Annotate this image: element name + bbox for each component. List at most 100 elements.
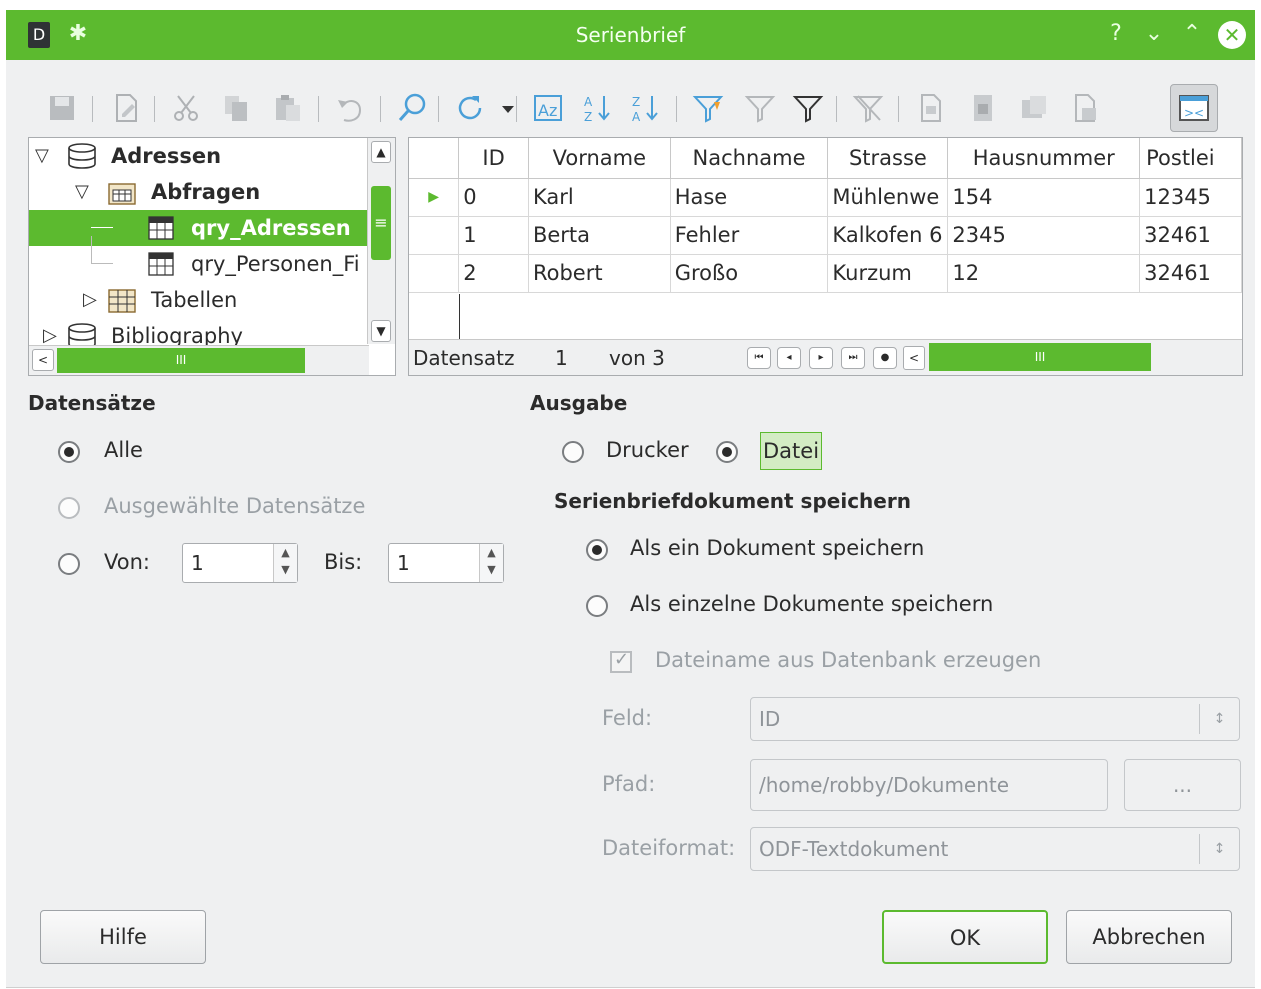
all-records-label[interactable]: Alle	[104, 438, 143, 462]
reset-filter-icon[interactable]	[852, 92, 884, 124]
save-record-icon[interactable]	[46, 92, 78, 124]
file-radio[interactable]	[716, 441, 738, 463]
column-header[interactable]: Strasse	[827, 138, 949, 179]
all-records-radio[interactable]	[58, 441, 80, 463]
sort-descending-icon[interactable]: ZA	[630, 92, 662, 124]
selected-records-radio[interactable]	[58, 497, 80, 519]
refresh-icon[interactable]	[454, 92, 486, 124]
grid-scroll-left-icon[interactable]: <	[903, 346, 925, 370]
field-select[interactable]: ID ↕	[750, 697, 1240, 741]
tree-hscroll-thumb[interactable]: III	[57, 348, 305, 373]
collapsed-arrow-icon[interactable]: ▷	[83, 282, 97, 318]
table-cell[interactable]: 32461	[1139, 216, 1242, 255]
range-records-radio[interactable]	[58, 553, 80, 575]
to-stepper[interactable]: 1 ▲ ▼	[388, 543, 504, 583]
table-cell[interactable]: Großo	[670, 254, 829, 293]
copy-icon[interactable]	[220, 92, 252, 124]
table-cell[interactable]: 1	[458, 216, 529, 255]
first-record-icon[interactable]: ⏮	[747, 347, 771, 369]
table-cell[interactable]: Karl	[528, 178, 671, 217]
printer-radio[interactable]	[562, 441, 584, 463]
table-cell[interactable]: Mühlenwe	[827, 178, 949, 217]
find-record-icon[interactable]	[396, 92, 428, 124]
table-cell[interactable]: Fehler	[670, 216, 829, 255]
column-header[interactable]: Postlei	[1139, 138, 1242, 179]
data-to-fields-icon[interactable]	[966, 92, 998, 124]
column-header[interactable]: Vorname	[528, 138, 671, 179]
next-record-icon[interactable]: ▸	[809, 347, 833, 369]
stepper-arrows-icon[interactable]: ▲ ▼	[273, 544, 297, 582]
table-cell[interactable]: Kalkofen 6	[827, 216, 949, 255]
table-row[interactable]: 2 Robert Großo Kurzum 12 32461	[409, 254, 1242, 293]
ok-button[interactable]: OK	[882, 910, 1048, 964]
explorer-on-off-icon[interactable]: ><	[1170, 84, 1218, 132]
filename-from-db-label[interactable]: Dateiname aus Datenbank erzeugen	[655, 648, 1041, 672]
scroll-down-icon[interactable]: ▼	[371, 320, 391, 342]
selected-records-label[interactable]: Ausgewählte Datensätze	[104, 494, 365, 518]
table-cell[interactable]: Robert	[528, 254, 671, 293]
mail-merge-icon[interactable]	[1018, 92, 1050, 124]
last-record-icon[interactable]: ⏭	[841, 347, 865, 369]
column-header[interactable]: Nachname	[670, 138, 829, 179]
expanded-arrow-icon[interactable]: ▽	[75, 174, 89, 210]
minimize-icon[interactable]: ⌄	[1140, 20, 1168, 48]
cancel-button[interactable]: Abbrechen	[1066, 910, 1232, 964]
column-header[interactable]: ID	[458, 138, 529, 179]
edit-data-icon[interactable]	[110, 92, 142, 124]
select-arrows-icon[interactable]: ↕	[1199, 704, 1239, 734]
format-select[interactable]: ODF-Textdokument ↕	[750, 827, 1240, 871]
table-cell[interactable]: Kurzum	[827, 254, 949, 293]
filename-from-db-checkbox[interactable]: ✓	[610, 649, 632, 673]
tree-vertical-scrollbar[interactable]: ▲ ≡ ▼	[367, 138, 395, 344]
file-label[interactable]: Datei	[760, 432, 823, 470]
close-icon[interactable]: ✕	[1218, 21, 1246, 49]
tree-horizontal-scrollbar[interactable]: < III	[29, 345, 369, 375]
tree-vscroll-thumb[interactable]: ≡	[371, 186, 391, 260]
from-label[interactable]: Von:	[104, 550, 150, 574]
save-one-document-label[interactable]: Als ein Dokument speichern	[630, 536, 924, 560]
help-button[interactable]: Hilfe	[40, 910, 206, 964]
sort-ascending-icon[interactable]: AZ	[582, 92, 614, 124]
table-cell[interactable]: Hase	[670, 178, 829, 217]
grid-hscroll-thumb[interactable]: III	[929, 343, 1151, 371]
table-row[interactable]: ▶ 0 Karl Hase Mühlenwe 154 12345	[409, 178, 1242, 217]
select-arrows-icon[interactable]: ↕	[1199, 834, 1239, 864]
table-row[interactable]: 1 Berta Fehler Kalkofen 6 2345 32461	[409, 216, 1242, 255]
standard-filter-icon[interactable]	[744, 92, 776, 124]
table-cell[interactable]: 12345	[1139, 178, 1242, 217]
table-cell[interactable]: 12	[947, 254, 1141, 293]
autofilter-icon[interactable]	[692, 92, 724, 124]
column-header[interactable]: Hausnummer	[947, 138, 1141, 179]
printer-label[interactable]: Drucker	[606, 438, 689, 462]
table-cell[interactable]: 0	[458, 178, 529, 217]
maximize-icon[interactable]: ⌃	[1178, 20, 1206, 48]
data-to-text-icon[interactable]	[914, 92, 946, 124]
tree-item-qry-adressen[interactable]: qry_Adressen	[29, 210, 367, 246]
apply-filter-icon[interactable]	[792, 92, 824, 124]
undo-icon[interactable]	[334, 92, 366, 124]
table-cell[interactable]: 2	[458, 254, 529, 293]
table-cell[interactable]: 154	[947, 178, 1141, 217]
table-cell[interactable]: Berta	[528, 216, 671, 255]
save-one-document-radio[interactable]	[586, 539, 608, 561]
help-icon[interactable]: ?	[1102, 20, 1130, 48]
paste-icon[interactable]	[272, 92, 304, 124]
scroll-left-icon[interactable]: <	[32, 349, 54, 371]
sort-icon[interactable]: Az	[532, 92, 564, 124]
from-stepper[interactable]: 1 ▲ ▼	[182, 543, 298, 583]
expanded-arrow-icon[interactable]: ▽	[35, 138, 49, 174]
scroll-up-icon[interactable]: ▲	[371, 141, 391, 163]
browse-button[interactable]: ...	[1124, 759, 1241, 811]
path-input[interactable]: /home/robby/Dokumente	[750, 759, 1108, 811]
to-label[interactable]: Bis:	[324, 550, 362, 574]
refresh-dropdown-icon[interactable]	[492, 92, 514, 124]
cut-icon[interactable]	[170, 92, 202, 124]
data-source-current-doc-icon[interactable]	[1068, 92, 1100, 124]
stepper-arrows-icon[interactable]: ▲ ▼	[479, 544, 503, 582]
table-cell[interactable]: 32461	[1139, 254, 1242, 293]
save-single-documents-radio[interactable]	[586, 595, 608, 617]
table-cell[interactable]: 2345	[947, 216, 1141, 255]
previous-record-icon[interactable]: ◂	[777, 347, 801, 369]
new-record-icon[interactable]: ●	[873, 347, 897, 369]
save-single-documents-label[interactable]: Als einzelne Dokumente speichern	[630, 592, 993, 616]
